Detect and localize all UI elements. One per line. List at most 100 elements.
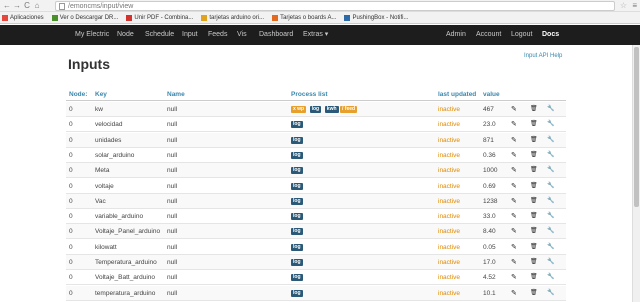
pencil-icon[interactable]: ✎ [511,273,517,281]
bookmark-item[interactable]: Ver o Descargar DR... [51,14,118,21]
trash-icon[interactable]: 🗑 [530,227,538,234]
nav-docs[interactable]: Docs [542,25,559,45]
pencil-icon[interactable]: ✎ [511,151,517,159]
trash-icon[interactable]: 🗑 [530,120,538,127]
address-bar[interactable]: /emoncms/input/view [55,1,615,11]
nav-input[interactable]: Input [182,25,198,45]
pencil-icon[interactable]: ✎ [511,197,517,205]
cell-name: null [167,136,178,144]
bookmark-star-icon[interactable]: ☆ [620,1,627,10]
home-icon[interactable]: ⌂ [32,1,42,11]
forward-icon[interactable]: → [12,1,22,11]
cell-key: Meta [95,167,110,175]
trash-icon[interactable]: 🗑 [530,289,538,296]
cell-name: null [167,289,178,297]
col-header-process-list: Process list [291,91,328,98]
pencil-icon[interactable]: ✎ [511,105,517,113]
cell-name: null [167,151,178,159]
trash-icon[interactable]: 🗑 [530,197,538,204]
url-text: /emoncms/input/view [68,2,134,10]
cell-last-updated: inactive [438,259,461,266]
process-badge: log [291,259,303,266]
bookmark-item[interactable]: Tarjetas o boards A... [272,14,336,21]
nav-account[interactable]: Account [476,25,501,45]
trash-icon[interactable]: 🗑 [530,151,538,158]
wrench-icon[interactable]: 🔧 [547,227,554,234]
input-api-help-link[interactable]: Input API Help [524,53,562,59]
bookmark-item[interactable]: PushingBox - Notifi... [344,14,409,21]
nav-vis[interactable]: Vis [237,25,247,45]
col-header-last-updated: last updated [438,91,477,98]
process-badge: log [291,243,303,251]
nav-node[interactable]: Node [117,25,134,45]
menu-icon[interactable]: ≡ [632,1,637,10]
trash-icon[interactable]: 🗑 [530,166,538,173]
nav-schedule[interactable]: Schedule [145,25,174,45]
wrench-icon[interactable]: 🔧 [547,212,554,219]
cell-value: 4.52 [483,274,496,282]
cell-value: 17.0 [483,259,496,266]
wrench-icon[interactable]: 🔧 [547,151,554,158]
page-scrollbar[interactable] [632,45,640,302]
table-row: 0 Temperatura_arduino null log inactive 17.0 ✎… [66,255,566,270]
nav-admin[interactable]: Admin [446,25,466,45]
bookmark-item[interactable]: Aplicaciones [2,14,44,21]
wrench-icon[interactable]: 🔧 [547,289,554,296]
wrench-icon[interactable]: 🔧 [547,166,554,173]
cell-last-updated: inactive [438,197,461,205]
pencil-icon[interactable]: ✎ [511,212,517,220]
process-badge: log [291,213,303,221]
back-icon[interactable]: ← [2,1,12,11]
bookmark-item[interactable]: Unir PDF - Combina... [126,14,193,21]
trash-icon[interactable]: 🗑 [530,182,538,189]
cell-node: 0 [69,151,73,159]
pencil-icon[interactable]: ✎ [511,182,517,190]
pencil-icon[interactable]: ✎ [511,166,517,174]
pencil-icon[interactable]: ✎ [511,120,517,128]
nav-feeds[interactable]: Feeds [208,25,227,45]
cell-value: 0.36 [483,151,496,159]
wrench-icon[interactable]: 🔧 [547,136,554,143]
trash-icon[interactable]: 🗑 [530,136,538,143]
reload-icon[interactable]: C [22,1,32,11]
cell-last-updated: inactive [438,289,461,297]
pencil-icon[interactable]: ✎ [511,258,517,266]
cell-last-updated: inactive [438,213,461,221]
nav-extras[interactable]: Extras ▾ [303,25,328,45]
table-row: 0 Meta null log inactive 1000 ✎ 🗑 🔧 [66,163,566,179]
trash-icon[interactable]: 🗑 [530,212,538,219]
col-header-key: Key [95,91,107,98]
pencil-icon[interactable]: ✎ [511,136,517,144]
cell-node: 0 [69,197,73,205]
scroll-thumb[interactable] [634,47,639,207]
trash-icon[interactable]: 🗑 [530,105,538,112]
wrench-icon[interactable]: 🔧 [547,120,554,127]
trash-icon[interactable]: 🗑 [530,243,538,250]
wrench-icon[interactable]: 🔧 [547,197,554,204]
trash-icon[interactable]: 🗑 [530,273,538,280]
table-row: 0 unidades null log inactive 871 ✎ 🗑 🔧 [66,132,566,148]
pencil-icon[interactable]: ✎ [511,227,517,235]
wrench-icon[interactable]: 🔧 [547,273,554,280]
wrench-icon[interactable]: 🔧 [547,182,554,189]
bookmark-favicon-icon [126,14,133,21]
cell-value: 23.0 [483,121,496,129]
pencil-icon[interactable]: ✎ [511,289,517,297]
nav-logout[interactable]: Logout [511,25,532,45]
wrench-icon[interactable]: 🔧 [547,105,554,112]
nav-dashboard[interactable]: Dashboard [259,25,293,45]
cell-last-updated: inactive [438,228,461,236]
wrench-icon[interactable]: 🔧 [547,258,554,265]
page-title: Inputs [68,56,110,72]
trash-icon[interactable]: 🗑 [530,258,538,265]
pencil-icon[interactable]: ✎ [511,243,517,251]
cell-key: kilowatt [95,243,117,251]
wrench-icon[interactable]: 🔧 [547,243,554,250]
bookmark-favicon-icon [51,14,58,21]
table-row: 0 kw null x wp log kwh / feed inactive 467 ✎ 🗑 🔧 [66,102,566,117]
cell-value: 10.1 [483,289,496,297]
table-row: 0 temperatura_arduino null log inactive 10.1 ✎… [66,285,566,301]
bookmark-item[interactable]: tarjetas arduino ori... [201,14,264,21]
col-header-value: value [483,91,500,98]
nav-my-electric[interactable]: My Electric [75,25,109,45]
